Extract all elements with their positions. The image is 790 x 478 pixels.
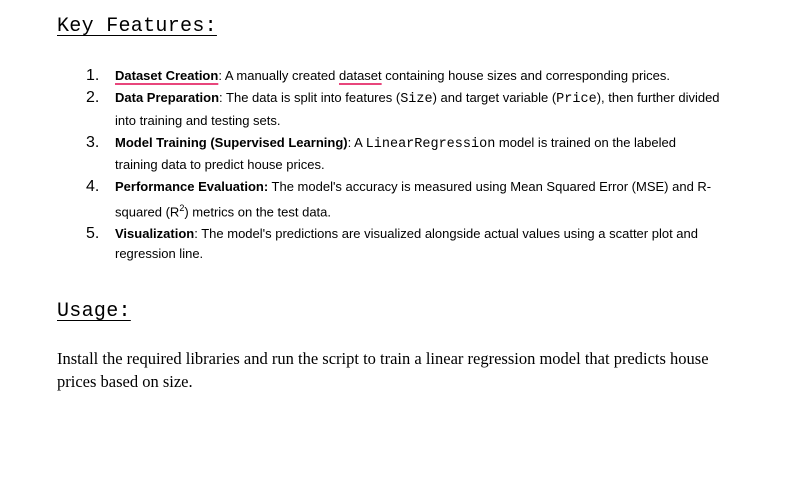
list-number: 3. [86, 133, 100, 151]
list-number: 2. [86, 89, 100, 106]
inline-code: Size [400, 92, 433, 107]
item-title: Data Preparation [115, 90, 220, 105]
usage-paragraph: Install the required libraries and run t… [57, 349, 709, 391]
list-number: 5. [86, 224, 100, 242]
inline-code: LinearRegression [365, 136, 496, 152]
list-item: 2. Data Preparation: The data is split i… [0, 88, 720, 131]
item-text: : The model's predictions are visualized… [115, 225, 698, 262]
item-text: ) metrics on the test data. [184, 203, 332, 219]
item-text: : A manually created [218, 68, 339, 83]
list-item: 5. Visualization: The model's prediction… [0, 224, 720, 265]
item-text: : A [347, 134, 366, 150]
list-item: 3. Model Training (Supervised Learning):… [0, 133, 720, 176]
usage-heading: Usage: [57, 300, 131, 323]
key-features-heading: Key Features: [57, 15, 217, 38]
spellcheck-word: dataset [339, 68, 382, 83]
list-item: 1. Dataset Creation: A manually created … [0, 66, 720, 87]
list-item: 4. Performance Evaluation: The model's a… [0, 177, 720, 222]
feature-list: 1. Dataset Creation: A manually created … [0, 66, 720, 266]
item-text: containing house sizes and corresponding… [381, 68, 670, 83]
item-text: ) and target variable ( [432, 90, 557, 105]
item-title: Dataset Creation [115, 68, 219, 83]
list-number: 4. [86, 178, 100, 195]
item-title: Performance Evaluation: [115, 179, 269, 194]
item-title: Visualization [115, 225, 195, 241]
item-title: Model Training (Supervised Learning) [115, 134, 348, 150]
list-number: 1. [86, 67, 100, 84]
inline-code: Price [556, 92, 597, 107]
item-text: : The data is split into features ( [219, 90, 401, 105]
